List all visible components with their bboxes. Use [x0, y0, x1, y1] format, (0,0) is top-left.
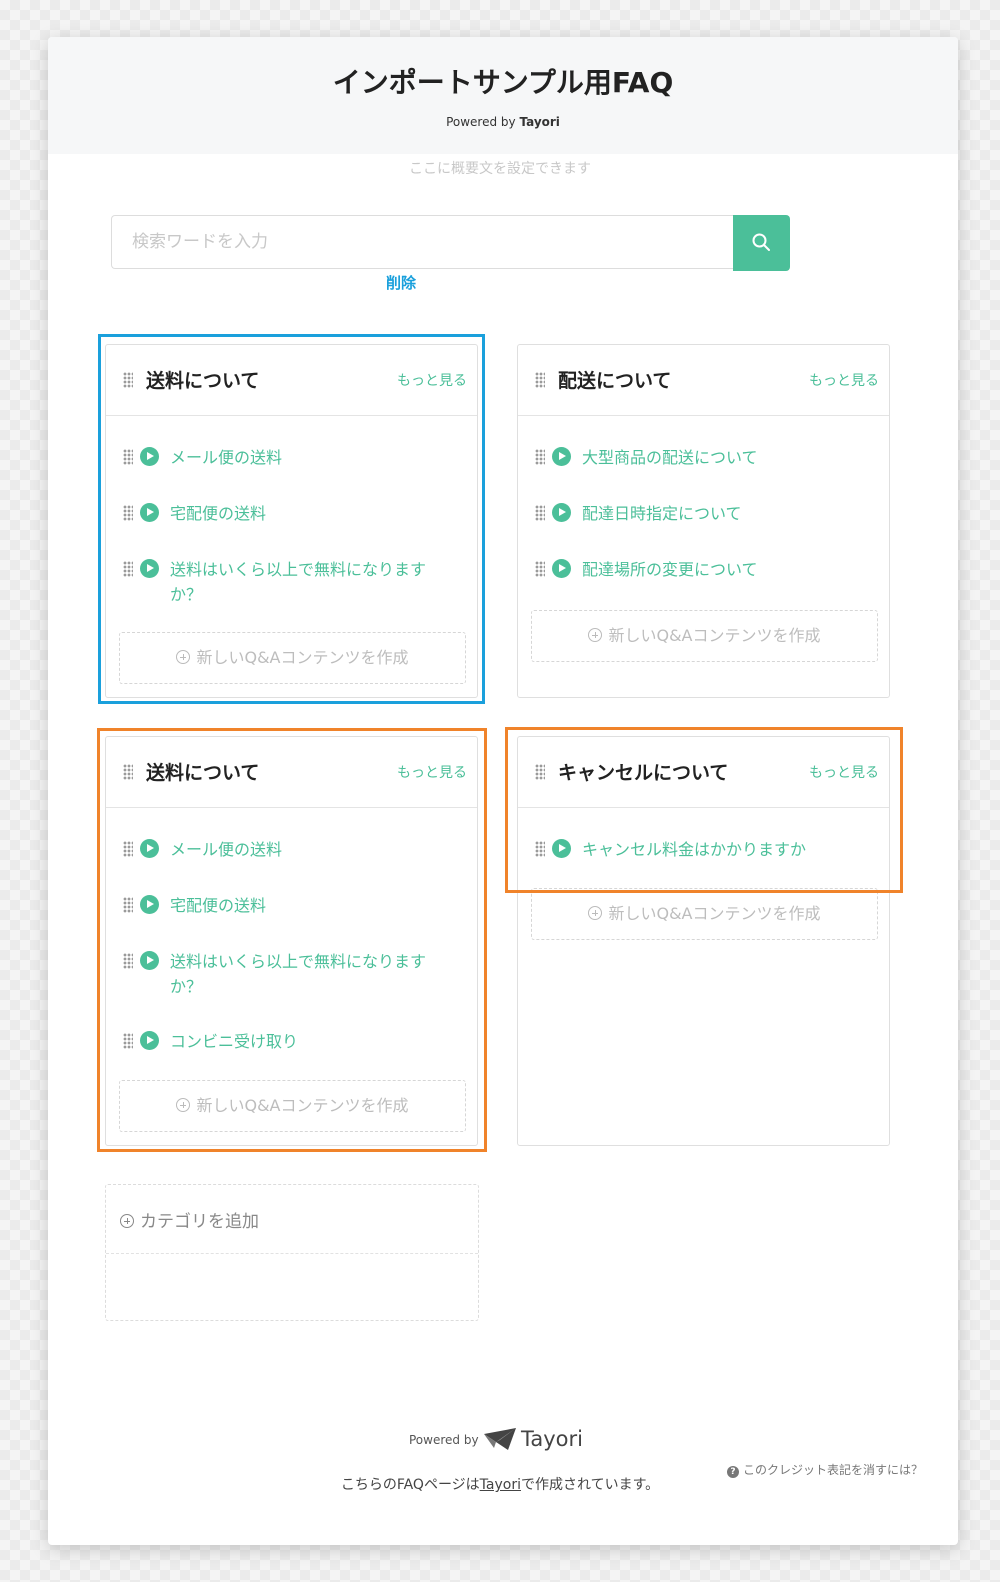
drag-handle-icon[interactable] [123, 953, 133, 969]
more-link[interactable]: もっと見る [809, 762, 879, 782]
search-icon [752, 233, 770, 251]
plus-circle-icon [588, 628, 603, 642]
plus-circle-icon [120, 1214, 134, 1228]
category-title: 送料について [146, 370, 260, 392]
remove-credit-link[interactable]: ? このクレジット表記を消すには？ [727, 1461, 923, 1478]
play-icon [140, 839, 159, 858]
search-input[interactable]: 検索ワードを入力 [111, 215, 733, 269]
powered-by-header: Powered by Tayori [446, 115, 560, 129]
play-icon [140, 503, 159, 522]
category-title: 送料について [146, 762, 260, 784]
category-card-cancel: キャンセルについて もっと見る キャンセル料金はかかりますか 新しいQ&Aコンテ… [517, 736, 890, 1146]
category-title: 配送について [558, 370, 672, 392]
play-icon [552, 559, 571, 578]
question-link[interactable]: 宅配便の送料 [170, 893, 450, 918]
page-description: ここに概要文を設定できます [409, 161, 591, 177]
category-header: 送料について もっと見る [106, 345, 477, 416]
more-link[interactable]: もっと見る [397, 762, 467, 782]
new-content-button[interactable]: 新しいQ&Aコンテンツを作成 [119, 1080, 466, 1132]
drag-handle-icon[interactable] [123, 372, 133, 388]
add-category-card: カテゴリを追加 [105, 1184, 479, 1321]
add-category-label: カテゴリを追加 [140, 1212, 259, 1232]
play-icon [552, 839, 571, 858]
drag-handle-icon[interactable] [123, 764, 133, 780]
drag-handle-icon[interactable] [535, 449, 545, 465]
question-link[interactable]: 宅配便の送料 [170, 501, 450, 526]
question-link[interactable]: メール便の送料 [170, 445, 450, 470]
new-content-button[interactable]: 新しいQ&Aコンテンツを作成 [119, 632, 466, 684]
drag-handle-icon[interactable] [123, 1033, 133, 1049]
drag-handle-icon[interactable] [535, 841, 545, 857]
question-link[interactable]: 大型商品の配送について [582, 445, 862, 470]
play-icon [552, 503, 571, 522]
play-icon [140, 559, 159, 578]
drag-handle-icon[interactable] [123, 449, 133, 465]
play-icon [140, 895, 159, 914]
drag-handle-icon[interactable] [123, 505, 133, 521]
category-card-delivery: 配送について もっと見る 大型商品の配送について 配達日時指定について 配達場所… [517, 344, 890, 698]
question-link[interactable]: キャンセル料金はかかりますか [582, 837, 862, 862]
question-link[interactable]: コンビニ受け取り [170, 1029, 450, 1054]
question-link[interactable]: 配達場所の変更について [582, 557, 862, 582]
question-link[interactable]: 送料はいくら以上で無料になりますか？ [170, 557, 450, 607]
new-content-button[interactable]: 新しいQ&Aコンテンツを作成 [531, 610, 878, 662]
more-link[interactable]: もっと見る [809, 370, 879, 390]
search-button[interactable] [733, 215, 790, 271]
plus-circle-icon [176, 1098, 191, 1112]
drag-handle-icon[interactable] [123, 897, 133, 913]
play-icon [552, 447, 571, 466]
powered-brand[interactable]: Tayori [519, 115, 559, 129]
question-circle-icon: ? [727, 1466, 739, 1478]
question-link[interactable]: 送料はいくら以上で無料になりますか？ [170, 949, 450, 999]
delete-annotation-label: 削除 [386, 274, 417, 292]
question-link[interactable]: メール便の送料 [170, 837, 450, 862]
category-header: キャンセルについて もっと見る [518, 737, 889, 808]
drag-handle-icon[interactable] [535, 561, 545, 577]
category-header: 配送について もっと見る [518, 345, 889, 416]
drag-handle-icon[interactable] [123, 841, 133, 857]
drag-handle-icon[interactable] [535, 372, 545, 388]
plus-circle-icon [176, 650, 191, 664]
category-card-shipping-fee-2: 送料について もっと見る メール便の送料 宅配便の送料 送料はいくら以上で無料に… [105, 736, 478, 1146]
footer-tayori-link[interactable]: Tayori [480, 1477, 521, 1493]
play-icon [140, 951, 159, 970]
question-link[interactable]: 配達日時指定について [582, 501, 862, 526]
plus-circle-icon [588, 906, 603, 920]
drag-handle-icon[interactable] [123, 561, 133, 577]
drag-handle-icon[interactable] [535, 764, 545, 780]
drag-handle-icon[interactable] [535, 505, 545, 521]
play-icon [140, 1031, 159, 1050]
add-category-button[interactable]: カテゴリを追加 [106, 1185, 478, 1254]
page-header: インポートサンプル用FAQ Powered by Tayori [48, 37, 958, 154]
category-header: 送料について もっと見る [106, 737, 477, 808]
category-card-shipping-fee: 送料について もっと見る メール便の送料 宅配便の送料 送料はいくら以上で無料に… [105, 344, 478, 698]
tayori-logo-icon [484, 1428, 516, 1450]
new-content-button[interactable]: 新しいQ&Aコンテンツを作成 [531, 888, 878, 940]
footer-powered-by: Powered by [409, 1433, 479, 1447]
page-title: インポートサンプル用FAQ [332, 66, 674, 99]
footer-brand[interactable]: Tayori [521, 1427, 583, 1451]
play-icon [140, 447, 159, 466]
more-link[interactable]: もっと見る [397, 370, 467, 390]
category-title: キャンセルについて [558, 762, 729, 784]
